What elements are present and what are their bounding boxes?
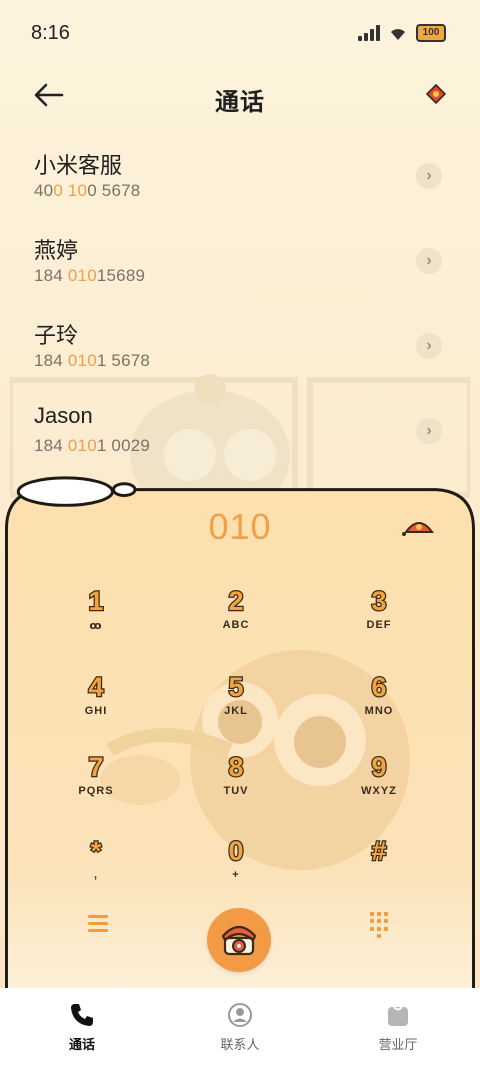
key-1[interactable]: 1ꝏ bbox=[26, 585, 166, 655]
phone-number: 184 0101 5678 bbox=[34, 351, 151, 370]
nav-calls[interactable]: 通话 bbox=[32, 1002, 132, 1053]
status-bar: 8:16 100 bbox=[0, 0, 480, 64]
call-row[interactable]: Jason 184 0101 0029 › bbox=[0, 385, 480, 470]
shopping-bag-icon bbox=[388, 1006, 408, 1026]
phone-number: 184 0101 0029 bbox=[34, 436, 151, 455]
call-row[interactable]: 小米客服 400 100 5678 › bbox=[0, 130, 480, 215]
menu-icon[interactable] bbox=[88, 915, 108, 933]
contact-name: 子玲 bbox=[34, 323, 79, 348]
chevron-right-icon[interactable]: › bbox=[416, 418, 442, 444]
phone-number: 400 100 5678 bbox=[34, 181, 141, 200]
chevron-right-icon[interactable]: › bbox=[416, 163, 442, 189]
chevron-right-icon[interactable]: › bbox=[416, 248, 442, 274]
nav-contacts[interactable]: 联系人 bbox=[190, 1002, 290, 1053]
key-7[interactable]: 7 PQRS bbox=[26, 751, 166, 821]
clock: 8:16 bbox=[31, 22, 70, 44]
person-icon bbox=[228, 1003, 252, 1027]
status-icons: 100 bbox=[358, 24, 446, 42]
page-title: 通话 bbox=[215, 89, 265, 116]
voicemail-icon: ꝏ bbox=[89, 620, 103, 632]
rotary-phone-small-icon[interactable] bbox=[402, 512, 436, 540]
key-hash[interactable]: # bbox=[309, 835, 449, 905]
call-row[interactable]: 子玲 184 0101 5678 › bbox=[0, 300, 480, 385]
key-4[interactable]: 4 GHI bbox=[26, 671, 166, 741]
key-6[interactable]: 6 MNO bbox=[309, 671, 449, 741]
recent-calls-list: 小米客服 400 100 5678 › 燕婷 184 01015689 › 子玲… bbox=[0, 130, 480, 470]
battery-icon: 100 bbox=[416, 24, 446, 42]
key-0[interactable]: 0 + bbox=[166, 835, 306, 905]
dialpad-toggle-icon[interactable] bbox=[370, 912, 390, 938]
call-button[interactable] bbox=[207, 908, 271, 972]
key-9[interactable]: 9 WXYZ bbox=[309, 751, 449, 821]
chevron-right-icon[interactable]: › bbox=[416, 333, 442, 359]
app-header: 通话 bbox=[0, 70, 480, 120]
key-8[interactable]: 8 TUV bbox=[166, 751, 306, 821]
phone-icon bbox=[71, 1004, 93, 1026]
dialer-actions bbox=[0, 905, 480, 975]
signal-icon bbox=[358, 25, 380, 41]
red-envelope-icon[interactable] bbox=[426, 84, 446, 104]
contact-name: Jason bbox=[34, 403, 93, 428]
key-2[interactable]: 2 ABC bbox=[166, 585, 306, 655]
key-star[interactable]: *, bbox=[26, 835, 166, 905]
wifi-icon bbox=[391, 29, 405, 40]
key-3[interactable]: 3 DEF bbox=[309, 585, 449, 655]
nav-service-hall[interactable]: 营业厅 bbox=[348, 1002, 448, 1053]
phone-number: 184 01015689 bbox=[34, 266, 146, 285]
bottom-nav: 通话 联系人 营业厅 bbox=[0, 988, 480, 1067]
contact-name: 小米客服 bbox=[34, 153, 123, 178]
rotary-phone-icon bbox=[221, 925, 257, 956]
contact-name: 燕婷 bbox=[34, 238, 79, 263]
key-5[interactable]: 5 JKL bbox=[166, 671, 306, 741]
call-row[interactable]: 燕婷 184 01015689 › bbox=[0, 215, 480, 300]
